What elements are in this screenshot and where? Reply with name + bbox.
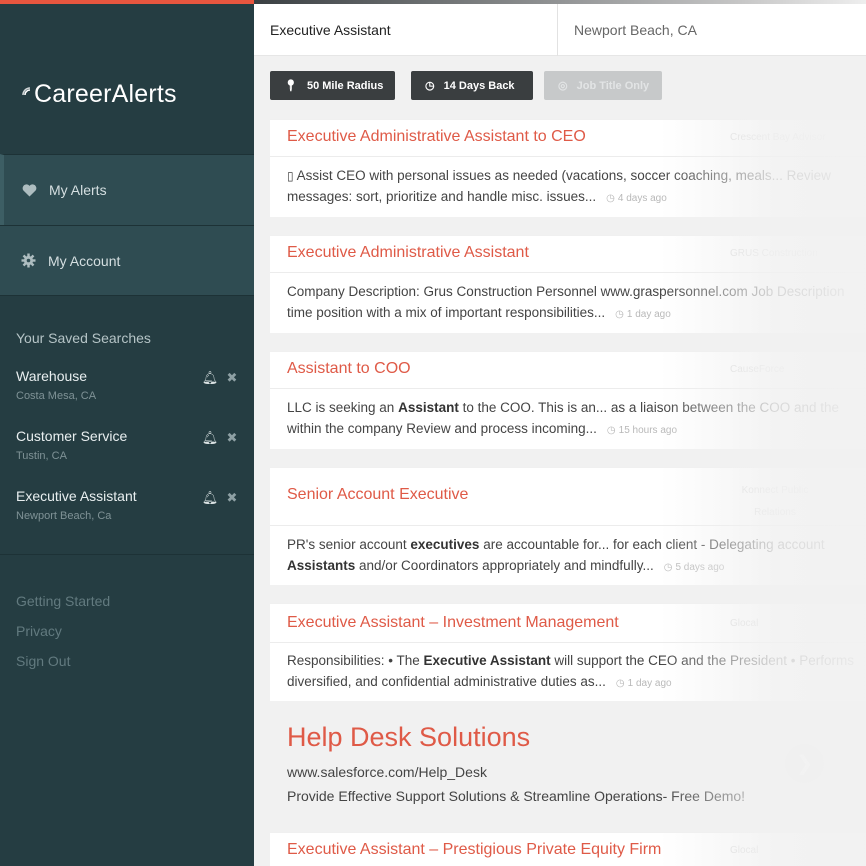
job-snippet-line2: time position with a mix of important re…	[287, 305, 671, 320]
posted-time: 5 days ago	[664, 562, 725, 573]
close-icon[interactable]: ✖	[226, 370, 238, 385]
keyword-input[interactable]: Executive Assistant	[270, 22, 391, 38]
job-snippet-line2: diversified, and confidential administra…	[287, 674, 672, 689]
signal-icon	[22, 83, 34, 107]
chevron-right-icon[interactable]: ❯	[785, 744, 824, 783]
job-company: Glocal	[730, 845, 759, 856]
saved-search-item[interactable]: Executive Assistant Newport Beach, Ca 🔔︎…	[16, 488, 242, 522]
job-snippet-line1: Company Description: Grus Construction P…	[287, 284, 845, 299]
job-card[interactable]: Senior Account Executive Konnect Public …	[270, 467, 866, 585]
close-icon[interactable]: ✖	[226, 490, 238, 505]
filter-radius-button[interactable]: 📍︎ 50 Mile Radius	[270, 71, 395, 100]
job-card[interactable]: Assistant to COO CauseForce LLC is seeki…	[270, 351, 866, 449]
job-card[interactable]: Executive Assistant – Prestigious Privat…	[270, 832, 866, 866]
sidebar-divider	[0, 554, 254, 555]
job-title-link[interactable]: Executive Administrative Assistant to CE…	[287, 128, 586, 146]
posted-time: 1 day ago	[616, 678, 672, 689]
job-snippet-line1: ▯ Assist CEO with personal issues as nee…	[287, 168, 831, 183]
job-snippet-line1: Responsibilities: • The Executive Assist…	[287, 653, 854, 668]
sidebar-accent-bar	[0, 0, 254, 4]
saved-search-location: Newport Beach, Ca	[16, 510, 112, 522]
gear-icon	[20, 253, 36, 269]
job-card[interactable]: Executive Assistant – Investment Managem…	[270, 603, 866, 701]
heart-icon	[21, 182, 37, 198]
privacy-link[interactable]: Privacy	[16, 623, 62, 639]
saved-search-location: Costa Mesa, CA	[16, 390, 97, 402]
ad-url[interactable]: www.salesforce.com/Help_Desk	[287, 764, 487, 780]
job-snippet-line2: within the company Review and process in…	[287, 421, 677, 436]
bell-icon[interactable]: 🔔︎	[202, 490, 219, 505]
saved-search-item[interactable]: Warehouse Costa Mesa, CA 🔔︎ ✖	[16, 368, 242, 402]
sponsored-ad[interactable]: Help Desk Solutions www.salesforce.com/H…	[270, 702, 866, 822]
card-divider	[270, 642, 866, 643]
filter-title-only-button[interactable]: ◎ Job Title Only	[544, 71, 662, 100]
job-snippet-line1: LLC is seeking an Assistant to the COO. …	[287, 400, 840, 415]
logo-text: CareerAlerts	[34, 80, 177, 108]
top-accent-bar	[254, 0, 866, 4]
card-divider	[270, 388, 866, 389]
job-title-link[interactable]: Assistant to COO	[287, 360, 411, 378]
filter-label: 14 Days Back	[443, 79, 515, 92]
nav-my-alerts-label: My Alerts	[49, 182, 107, 198]
close-icon[interactable]: ✖	[226, 430, 238, 445]
location-input[interactable]: Newport Beach, CA	[574, 22, 697, 38]
sidebar: CareerAlerts My Alerts My Account Your S…	[0, 0, 254, 866]
bell-icon[interactable]: 🔔︎	[202, 430, 219, 445]
job-card[interactable]: Executive Administrative Assistant to CE…	[270, 119, 866, 217]
job-company: Crescent Bay Advisor	[730, 132, 826, 143]
search-divider	[557, 4, 558, 56]
job-title-link[interactable]: Senior Account Executive	[287, 486, 468, 504]
job-title-link[interactable]: Executive Assistant – Investment Managem…	[287, 614, 619, 632]
job-company: Konnect Public Relations	[741, 485, 809, 518]
logo[interactable]: CareerAlerts	[22, 80, 177, 109]
sign-out-link[interactable]: Sign Out	[16, 653, 70, 669]
job-company: GRUS Construction	[730, 248, 818, 259]
saved-search-location: Tustin, CA	[16, 450, 67, 462]
job-title-link[interactable]: Executive Administrative Assistant	[287, 244, 529, 262]
job-company: CauseForce	[730, 364, 785, 375]
job-card[interactable]: Executive Administrative Assistant GRUS …	[270, 235, 866, 333]
filter-days-button[interactable]: ◷ 14 Days Back	[411, 71, 533, 100]
search-bar: Executive Assistant Newport Beach, CA	[254, 0, 866, 56]
job-snippet-line2: messages: sort, prioritize and handle mi…	[287, 189, 667, 204]
clock-icon: ◷	[425, 80, 435, 92]
posted-time: 1 day ago	[615, 309, 671, 320]
filter-label: Job Title Only	[576, 79, 650, 92]
posted-time: 4 days ago	[606, 193, 667, 204]
card-divider	[270, 272, 866, 273]
nav-my-account[interactable]: My Account	[0, 225, 254, 296]
saved-search-item[interactable]: Customer Service Tustin, CA 🔔︎ ✖	[16, 428, 242, 462]
job-title-link[interactable]: Executive Assistant – Prestigious Privat…	[287, 841, 661, 859]
nav-my-alerts[interactable]: My Alerts	[0, 154, 254, 225]
card-divider	[270, 156, 866, 157]
job-snippet-line1: PR's senior account executives are accou…	[287, 537, 825, 552]
nav-my-account-label: My Account	[48, 252, 121, 269]
target-icon: ◎	[558, 80, 568, 92]
ad-description: Provide Effective Support Solutions & St…	[287, 788, 746, 804]
card-divider	[270, 525, 866, 526]
job-snippet-line2: Assistants and/or Coordinators appropria…	[287, 558, 724, 573]
pin-icon: 📍︎	[284, 80, 298, 92]
filter-label: 50 Mile Radius	[306, 79, 384, 92]
posted-time: 15 hours ago	[607, 425, 677, 436]
job-company: Glocal	[730, 618, 759, 629]
saved-searches-heading: Your Saved Searches	[16, 330, 151, 346]
getting-started-link[interactable]: Getting Started	[16, 593, 110, 609]
bell-icon[interactable]: 🔔︎	[202, 370, 219, 385]
ad-headline[interactable]: Help Desk Solutions	[287, 722, 530, 753]
